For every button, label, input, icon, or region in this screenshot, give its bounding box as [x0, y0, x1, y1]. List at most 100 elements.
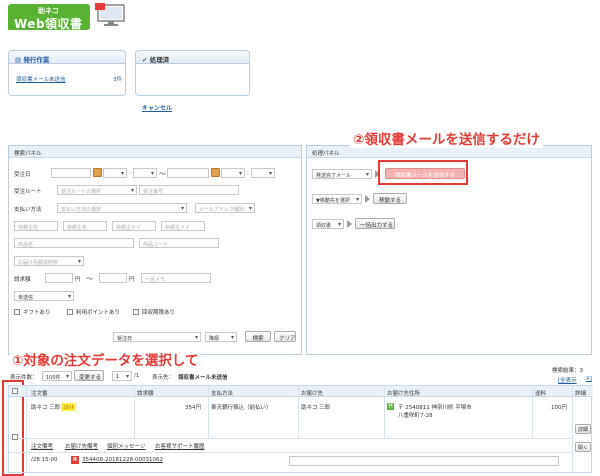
select-all-checkbox[interactable] [12, 388, 18, 394]
order-route-label: 受注ルート [14, 189, 42, 195]
order-number-input[interactable]: 受注番号 [139, 185, 239, 195]
payment-label: 支払い方法 [14, 207, 42, 213]
sort-field-select[interactable]: 受注日 [113, 332, 201, 342]
cancel-link[interactable]: キャンセル [142, 103, 172, 112]
row-payment: 楽天銀行振込（前払い） [211, 405, 272, 411]
calendar-icon[interactable] [93, 168, 102, 177]
row-checkbox[interactable] [12, 434, 18, 440]
rakuten-icon: R [71, 456, 79, 464]
table-header: 注文番 請求額 支払方法 お届け先 お届け先住所 送料 詳細 [9, 386, 593, 397]
hour-from-select[interactable] [103, 168, 127, 178]
done-card-title: 処理済 [149, 56, 170, 64]
amount-to-input[interactable] [99, 273, 127, 283]
product-code-input[interactable]: 商品コード [139, 238, 219, 248]
order-datetime: /28 15:00 [31, 457, 58, 463]
comment-tag: ｺﾒﾝﾄ [61, 403, 77, 411]
result-count: 検索結果：3 [552, 368, 583, 374]
product-name-input[interactable]: 商品名 [14, 238, 134, 248]
collection-label: 回収期限あり [142, 310, 176, 316]
col-detail: 詳細 [575, 391, 587, 397]
status-select[interactable]: 未送信 [14, 291, 74, 301]
send-button-highlight [378, 160, 468, 185]
mail-type-select[interactable]: 発送完了メール [312, 169, 372, 179]
checkmark-icon: ✔ [142, 56, 150, 64]
app-logo: 助ネコ Web領収書 [8, 4, 90, 31]
support-history-link[interactable]: お客様サポート履歴 [155, 442, 205, 450]
show-all-link[interactable]: [全表示 [558, 376, 577, 384]
col-order: 注文番 [31, 391, 48, 397]
requester-mail-input[interactable]: 依頼主メイ [161, 221, 205, 231]
points-checkbox[interactable] [67, 309, 73, 315]
order-note-link[interactable]: 注文備考 [31, 442, 53, 450]
issue-card-header: ▤ 発行作業 [9, 51, 125, 64]
email-type-select[interactable]: メールアドレス種別 [195, 203, 255, 213]
unsent-mail-label[interactable]: 領収書メール未送信 [16, 77, 66, 83]
delivery-pref-select[interactable]: お届け先都道府県 [14, 256, 84, 266]
close-link[interactable]: X] [586, 376, 592, 382]
minute-to-select[interactable] [251, 168, 275, 178]
row-address1: 〒 2540811 神奈川県 平塚市 [398, 405, 472, 411]
gift-checkbox[interactable] [14, 309, 20, 315]
yen-label: 円 [75, 277, 81, 283]
calendar-icon[interactable] [211, 168, 220, 177]
amount-label: 請求額 [14, 277, 31, 283]
route-select[interactable]: 受注ルートの選択 [57, 185, 137, 195]
pc-icon [95, 3, 125, 26]
personal-message-link[interactable]: 個別メッセージ [107, 442, 145, 450]
move-target-select[interactable]: ▼移動先を選択 [312, 194, 362, 204]
amount-from-input[interactable] [45, 273, 73, 283]
customer-name: 助ネコ 三郎 [31, 405, 61, 411]
done-card-header: ✔ 処理済 [136, 51, 249, 64]
step1-annotation: ①対象の注文データを選択して [10, 349, 201, 369]
clear-button[interactable]: クリア [274, 331, 296, 342]
col-address: お届け先住所 [387, 391, 421, 397]
page-total: /1 [134, 373, 140, 379]
row-amount: 354円 [185, 405, 201, 411]
receipt-select[interactable]: 領収書 [312, 219, 344, 229]
memo-field[interactable] [289, 456, 559, 466]
amount-tilde: 〜 [86, 275, 93, 283]
col-amount: 請求額 [137, 391, 154, 397]
row-shipping: 100円 [551, 405, 567, 411]
requester-owner-input[interactable]: 依頼主控 [14, 221, 58, 231]
requester-kana-input[interactable]: 依頼主セイ [112, 221, 156, 231]
display-count-select[interactable]: 100件 [42, 371, 72, 381]
points-label: 利用ポイントあり [76, 310, 121, 316]
delivery-note-link[interactable]: お届け先備考 [65, 442, 98, 450]
done-card: ✔ 処理済 [135, 50, 250, 96]
sort-order-select[interactable]: 降順 [205, 332, 237, 342]
batch-output-button[interactable]: 一括出力する [355, 218, 395, 229]
showing-value: 領収書メール未送信 [178, 375, 228, 381]
search-button[interactable]: 検索 [245, 331, 271, 342]
search-panel: 検索パネル 受注日 : 〜 : 受注ルート 受注ルートの選択 受注番号 支払い方… [8, 145, 302, 355]
requester-name-input[interactable]: 依頼主名 [63, 221, 107, 231]
issue-card-title: 発行作業 [23, 56, 50, 64]
payment-select[interactable]: 支払い方法の選択 [57, 203, 187, 213]
shipping-status-icon: 発 [387, 403, 394, 410]
unsent-mail-link[interactable]: 領収書メール未送信 3件 [16, 75, 122, 83]
yen-label: 円 [129, 277, 135, 283]
detail-button[interactable]: 詳細 [575, 424, 591, 434]
col-recipient: お届け先 [301, 391, 324, 397]
collection-checkbox[interactable] [133, 309, 139, 315]
arrow-right-icon [347, 220, 352, 228]
page-select[interactable]: 1 [112, 371, 132, 381]
order-date-label: 受注日 [14, 172, 31, 178]
unsent-mail-count[interactable]: 3件 [113, 75, 122, 83]
change-count-button[interactable]: 変更する [74, 370, 104, 381]
orders-table: 注文番 請求額 支払方法 お届け先 お届け先住所 送料 詳細 助ネコ 三郎 ｺﾒ… [8, 385, 593, 474]
date-to-input[interactable] [167, 168, 209, 178]
move-button[interactable]: 移動する [373, 193, 407, 204]
gift-label: ギフトあり [23, 310, 51, 316]
memo-input[interactable]: 一言メモ [141, 273, 211, 283]
open-button[interactable]: 開く [575, 442, 591, 452]
hour-to-select[interactable] [221, 168, 245, 178]
order-id-link[interactable]: 354408-20181228-00031062 [82, 457, 163, 463]
date-from-input[interactable] [51, 168, 91, 178]
col-payment: 支払方法 [211, 391, 234, 397]
minute-from-select[interactable] [133, 168, 157, 178]
row-recipient: 助ネコ 三郎 [301, 405, 331, 411]
display-count-label: 表示件数： [10, 375, 38, 381]
arrow-right-icon [365, 195, 370, 203]
showing-label: 表示先： [152, 375, 175, 381]
